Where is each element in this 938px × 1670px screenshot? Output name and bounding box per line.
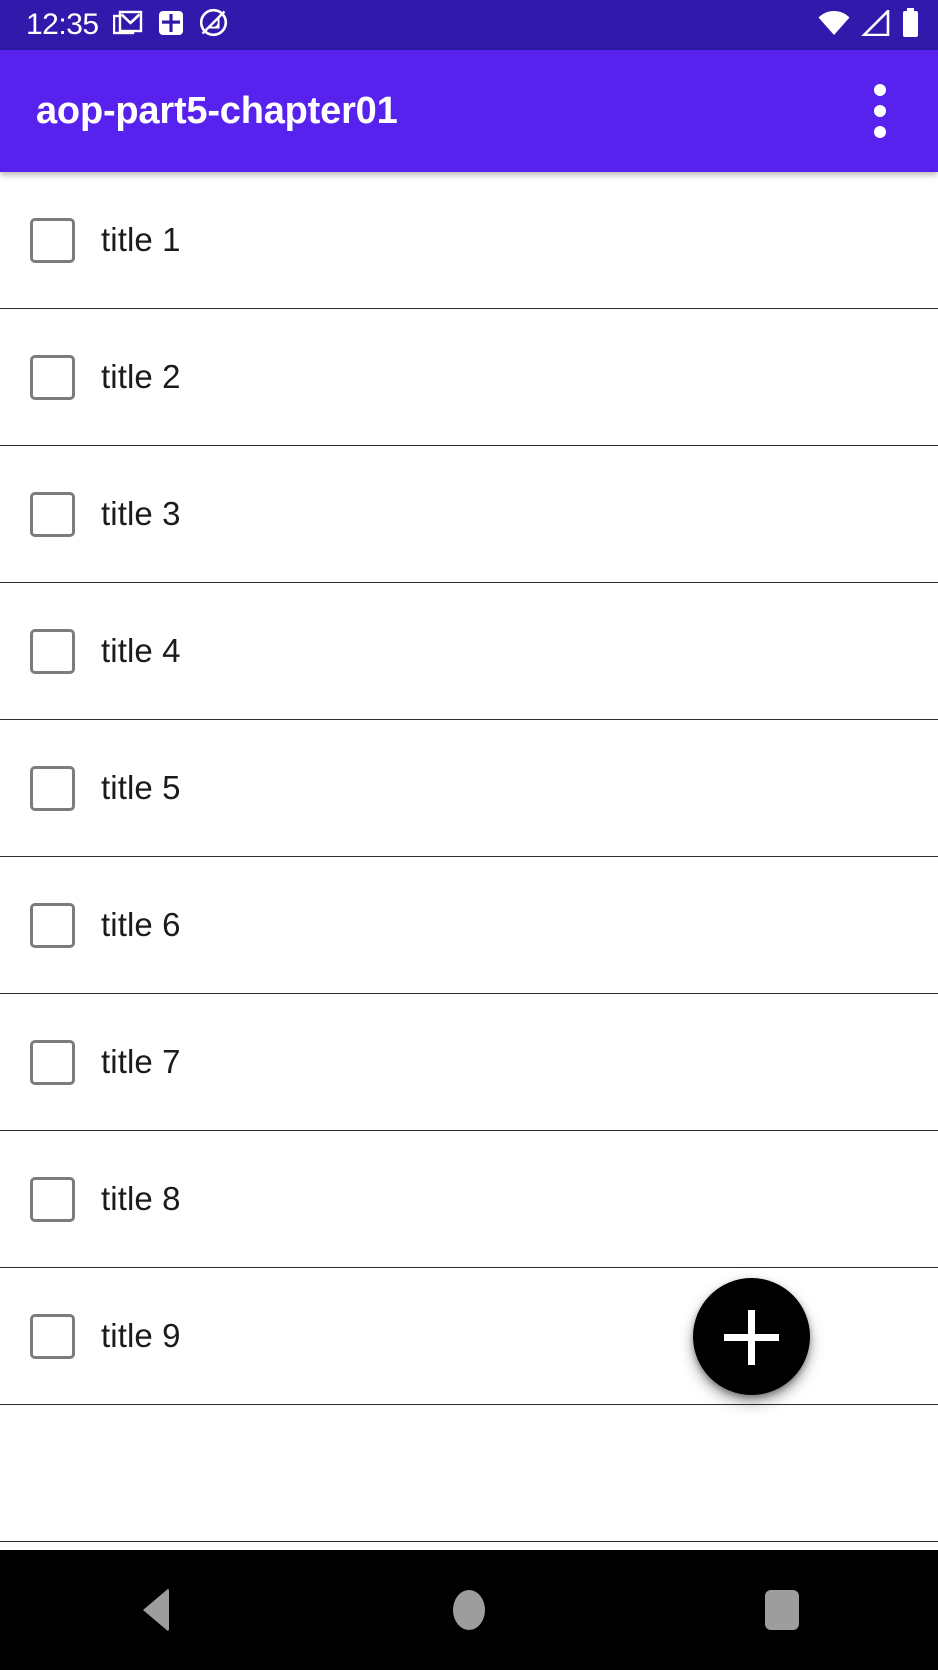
list-item-label: title 4 xyxy=(101,632,181,669)
checkbox-icon[interactable] xyxy=(30,354,75,400)
status-bar-left-group: 12:35 xyxy=(26,8,228,43)
checkbox-icon[interactable] xyxy=(30,765,75,811)
checkbox-icon[interactable] xyxy=(30,1313,75,1359)
status-bar-right-group xyxy=(817,7,920,43)
circle-arrow-icon xyxy=(199,8,228,42)
list-item-label: title 7 xyxy=(101,1043,181,1080)
overflow-dot-icon xyxy=(874,126,886,138)
list-item-label: title 2 xyxy=(101,358,181,395)
list-item[interactable]: title 1 xyxy=(0,172,938,309)
list-item[interactable]: title 4 xyxy=(0,583,938,720)
battery-icon xyxy=(901,7,920,43)
list-item-label: title 1 xyxy=(101,221,181,258)
list-item[interactable]: title 8 xyxy=(0,1131,938,1268)
app-plus-square-icon xyxy=(157,9,185,42)
list-item[interactable]: title 7 xyxy=(0,994,938,1131)
list-item-label: title 6 xyxy=(101,906,181,943)
status-bar: 12:35 xyxy=(0,0,938,50)
plus-icon xyxy=(748,1309,755,1365)
status-bar-clock: 12:35 xyxy=(26,8,99,41)
checkbox-icon[interactable] xyxy=(30,1176,75,1222)
wifi-icon xyxy=(817,10,851,41)
overflow-menu-button[interactable] xyxy=(852,72,908,150)
list-item[interactable] xyxy=(0,1405,938,1542)
checkbox-icon[interactable] xyxy=(30,902,75,948)
list-item[interactable]: title 6 xyxy=(0,857,938,994)
nav-recents-button[interactable] xyxy=(625,1550,938,1670)
page-title: aop-part5-chapter01 xyxy=(36,89,398,132)
nav-back-button[interactable] xyxy=(0,1550,313,1670)
add-fab-button[interactable] xyxy=(693,1278,810,1395)
back-triangle-icon xyxy=(143,1588,170,1632)
list-item[interactable]: title 5 xyxy=(0,720,938,857)
cellular-signal-icon xyxy=(860,7,891,41)
overflow-dot-icon xyxy=(874,105,886,117)
list-item-label: title 8 xyxy=(101,1180,181,1217)
checkbox-icon[interactable] xyxy=(30,628,75,674)
checkbox-icon[interactable] xyxy=(30,1039,75,1085)
list-item[interactable]: title 3 xyxy=(0,446,938,583)
list-item-label: title 3 xyxy=(101,495,181,532)
nav-home-button[interactable] xyxy=(313,1550,626,1670)
list-item-label: title 5 xyxy=(101,769,181,806)
app-bar: aop-part5-chapter01 xyxy=(0,50,938,172)
checkbox-icon[interactable] xyxy=(30,217,75,263)
gmail-icon xyxy=(112,8,143,43)
system-navigation-bar xyxy=(0,1550,938,1670)
overflow-dot-icon xyxy=(874,84,886,96)
phone-screen: 12:35 aop-part5-chapter01 title 1 title … xyxy=(0,0,938,1670)
list-item[interactable]: title 2 xyxy=(0,309,938,446)
recents-square-icon xyxy=(764,1590,799,1630)
home-circle-icon xyxy=(453,1590,485,1630)
checkbox-icon[interactable] xyxy=(30,491,75,537)
list-item-label: title 9 xyxy=(101,1317,181,1354)
